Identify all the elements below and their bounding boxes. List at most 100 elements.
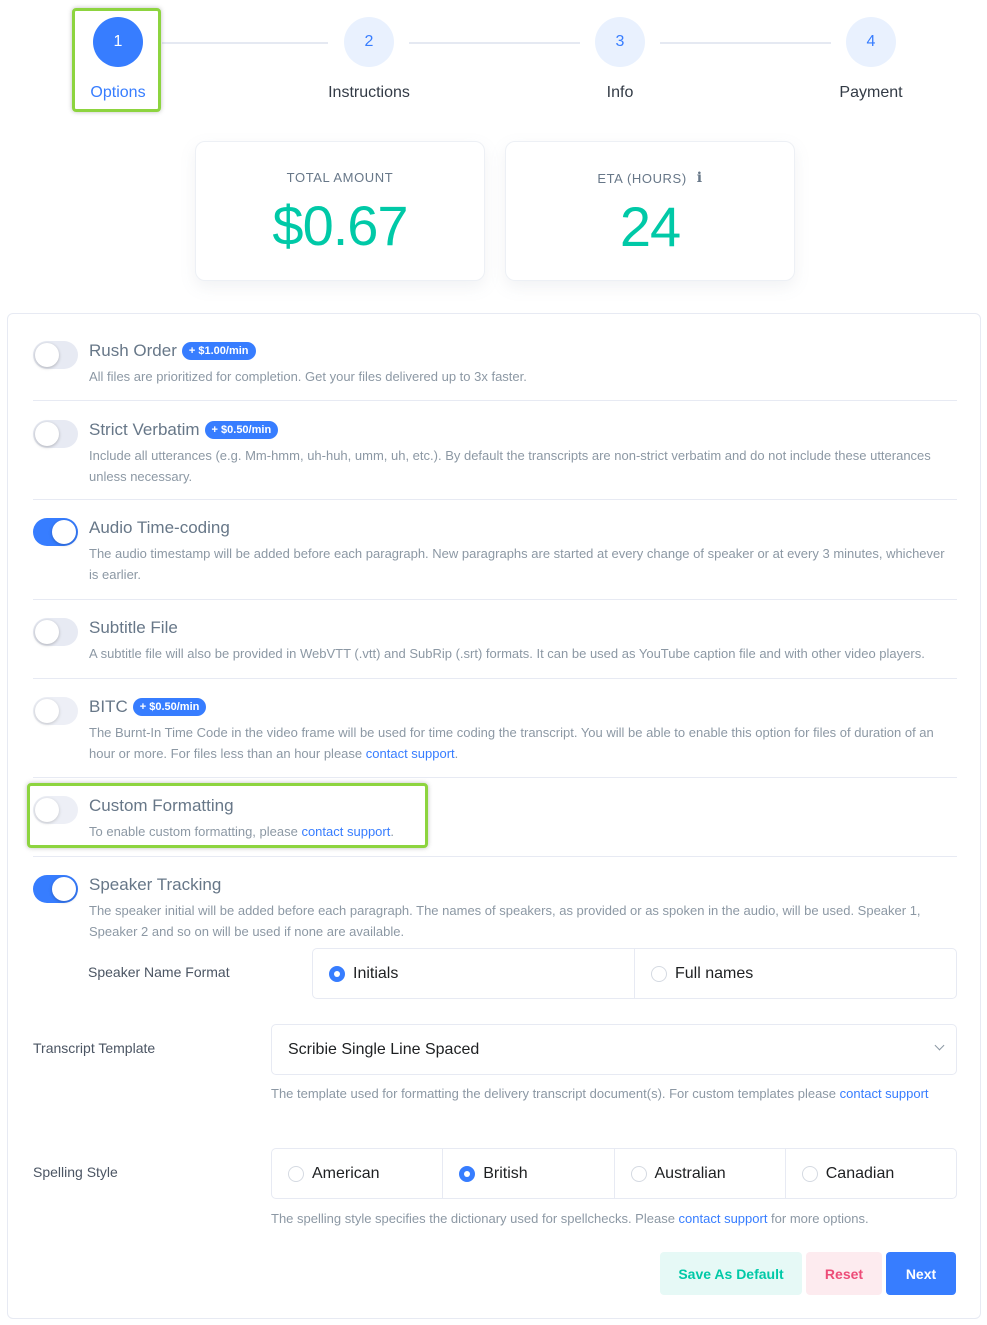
transcript-template-help: The template used for formatting the del…	[271, 1083, 957, 1104]
option-description: The audio timestamp will be added before…	[89, 546, 945, 582]
radio-label: Canadian	[825, 1164, 895, 1182]
price-badge: + $0.50/min	[132, 698, 207, 716]
divider	[33, 777, 957, 778]
step-connector	[162, 42, 328, 44]
description-suffix: .	[454, 746, 459, 761]
help-suffix: for more options.	[767, 1211, 869, 1226]
subtitle-file-toggle[interactable]	[33, 618, 78, 646]
help-text: The spelling style specifies the diction…	[271, 1211, 679, 1226]
toggle-knob	[35, 699, 59, 723]
next-button[interactable]: Next	[886, 1252, 956, 1295]
description-suffix: .	[390, 824, 394, 839]
reset-button[interactable]: Reset	[806, 1252, 882, 1295]
radio-label: British	[483, 1164, 528, 1182]
option-title: Rush Order	[89, 341, 177, 360]
contact-support-link[interactable]: contact support	[301, 824, 390, 839]
strict-verbatim-toggle[interactable]	[33, 420, 78, 448]
step-label: Options	[90, 84, 146, 101]
option-description: A subtitle file will also be provided in…	[89, 646, 925, 661]
option-description: All files are prioritized for completion…	[89, 369, 527, 384]
divider	[33, 400, 957, 401]
transcript-template-select[interactable]: Scribie Single Line Spaced	[271, 1024, 957, 1075]
option-description: The speaker initial will be added before…	[89, 903, 921, 939]
option-subtitle-file: Subtitle File A subtitle file will also …	[33, 618, 957, 668]
step-label: Payment	[839, 84, 903, 101]
option-description: The Burnt-In Time Code in the video fram…	[89, 722, 957, 764]
radio-label: American	[312, 1164, 380, 1182]
radio-unchecked-icon	[630, 1165, 647, 1182]
speaker-name-format-label: Speaker Name Format	[88, 964, 230, 980]
step-info[interactable]: 3 Info	[570, 17, 670, 102]
toggle-knob	[35, 798, 59, 822]
transcript-template-label: Transcript Template	[33, 1040, 156, 1056]
option-description: To enable custom formatting, please cont…	[89, 821, 957, 842]
step-number: 4	[846, 17, 896, 67]
radio-unchecked-icon	[288, 1165, 304, 1182]
step-number: 2	[344, 17, 394, 67]
contact-support-link[interactable]: contact support	[679, 1211, 768, 1226]
price-badge: + $0.50/min	[204, 421, 279, 439]
total-amount-label: TOTAL AMOUNT	[286, 170, 394, 185]
description-text: To enable custom formatting, please	[89, 824, 302, 839]
option-title: BITC	[89, 697, 128, 716]
option-speaker-tracking: Speaker Tracking The speaker initial wil…	[33, 875, 957, 945]
radio-label: Australian	[654, 1164, 726, 1182]
radio-unchecked-icon	[651, 965, 667, 982]
radio-australian[interactable]: Australian	[615, 1149, 786, 1198]
option-custom-formatting: Custom Formatting To enable custom forma…	[33, 796, 957, 846]
option-title: Audio Time-coding	[89, 518, 230, 537]
step-instructions[interactable]: 2 Instructions	[319, 17, 419, 102]
save-as-default-button[interactable]: Save As Default	[660, 1252, 802, 1295]
description-text: The Burnt-In Time Code in the video fram…	[89, 725, 934, 761]
radio-unchecked-icon	[801, 1165, 818, 1182]
radio-label: Initials	[353, 964, 399, 982]
contact-support-link[interactable]: contact support	[840, 1086, 929, 1101]
radio-initials[interactable]: Initials	[313, 949, 635, 998]
options-panel: Rush Order + $1.00/min All files are pri…	[7, 313, 981, 1319]
speaker-tracking-toggle[interactable]	[33, 875, 78, 903]
total-amount-value: $0.67	[272, 194, 408, 257]
radio-checked-icon	[459, 1165, 476, 1182]
toggle-knob	[52, 877, 76, 901]
option-bitc: BITC + $0.50/min The Burnt-In Time Code …	[33, 697, 957, 767]
toggle-knob	[35, 620, 59, 644]
step-number: 3	[595, 17, 645, 67]
bitc-toggle[interactable]	[33, 697, 78, 725]
contact-support-link[interactable]: contact support	[366, 746, 455, 761]
option-rush-order: Rush Order + $1.00/min All files are pri…	[33, 341, 957, 391]
option-title: Strict Verbatim	[89, 420, 200, 439]
info-icon[interactable]: i	[697, 170, 703, 186]
help-text: The template used for formatting the del…	[271, 1086, 840, 1101]
toggle-knob	[52, 520, 76, 544]
order-stepper: 1 Options 2 Instructions 3 Info 4 Paymen…	[0, 0, 987, 120]
step-number: 1	[93, 17, 143, 67]
step-options[interactable]: 1 Options	[68, 17, 168, 102]
option-title: Subtitle File	[89, 618, 178, 637]
price-badge: + $1.00/min	[181, 342, 256, 360]
radio-checked-icon	[329, 965, 345, 982]
option-title: Custom Formatting	[89, 796, 234, 815]
radio-canadian[interactable]: Canadian	[786, 1149, 956, 1198]
divider	[33, 678, 957, 679]
option-description: Include all utterances (e.g. Mm-hmm, uh-…	[89, 448, 931, 484]
step-label: Info	[606, 84, 634, 101]
audio-time-coding-toggle[interactable]	[33, 518, 78, 546]
select-value: Scribie Single Line Spaced	[288, 1040, 480, 1058]
eta-label: ETA (HOURS)	[597, 170, 687, 186]
toggle-knob	[35, 422, 59, 446]
custom-formatting-toggle[interactable]	[33, 796, 78, 824]
step-connector	[660, 42, 831, 44]
spelling-style-help: The spelling style specifies the diction…	[271, 1208, 957, 1229]
rush-order-toggle[interactable]	[33, 341, 78, 369]
step-payment[interactable]: 4 Payment	[821, 17, 921, 102]
chevron-down-icon	[934, 1040, 945, 1051]
step-connector	[409, 42, 580, 44]
step-label: Instructions	[328, 84, 410, 101]
radio-british[interactable]: British	[443, 1149, 615, 1198]
radio-full-names[interactable]: Full names	[635, 949, 956, 998]
option-audio-time-coding: Audio Time-coding The audio timestamp wi…	[33, 518, 957, 588]
option-strict-verbatim: Strict Verbatim + $0.50/min Include all …	[33, 420, 957, 490]
toggle-knob	[35, 343, 59, 367]
radio-american[interactable]: American	[272, 1149, 444, 1198]
eta-value: 24	[619, 195, 681, 258]
